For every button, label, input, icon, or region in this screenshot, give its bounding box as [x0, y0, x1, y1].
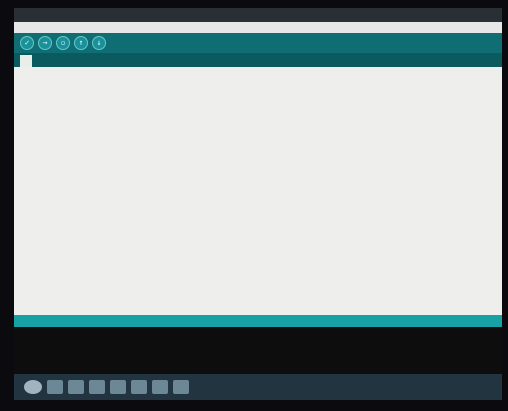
tab-sketch[interactable]	[20, 55, 32, 67]
taskbar-app-icon[interactable]	[110, 380, 126, 394]
console-output	[14, 327, 502, 374]
menu-bar	[14, 22, 502, 33]
open-icon[interactable]: ↑	[74, 36, 88, 50]
toolbar: ✓ → ▫ ↑ ↓	[14, 33, 502, 53]
taskbar-app-icon[interactable]	[173, 380, 189, 394]
taskbar-app-icon[interactable]	[131, 380, 147, 394]
upload-icon[interactable]: →	[38, 36, 52, 50]
verify-icon[interactable]: ✓	[20, 36, 34, 50]
code-editor[interactable]	[14, 67, 502, 315]
monitor-screen: ✓ → ▫ ↑ ↓	[14, 8, 502, 400]
taskbar	[14, 374, 502, 400]
status-bar	[14, 315, 502, 327]
taskbar-app-icon[interactable]	[68, 380, 84, 394]
save-icon[interactable]: ↓	[92, 36, 106, 50]
taskbar-app-icon[interactable]	[47, 380, 63, 394]
tab-bar	[14, 53, 502, 67]
new-icon[interactable]: ▫	[56, 36, 70, 50]
taskbar-app-icon[interactable]	[89, 380, 105, 394]
window-title	[14, 8, 502, 22]
taskbar-app-icon[interactable]	[152, 380, 168, 394]
start-button-icon[interactable]	[24, 380, 42, 394]
